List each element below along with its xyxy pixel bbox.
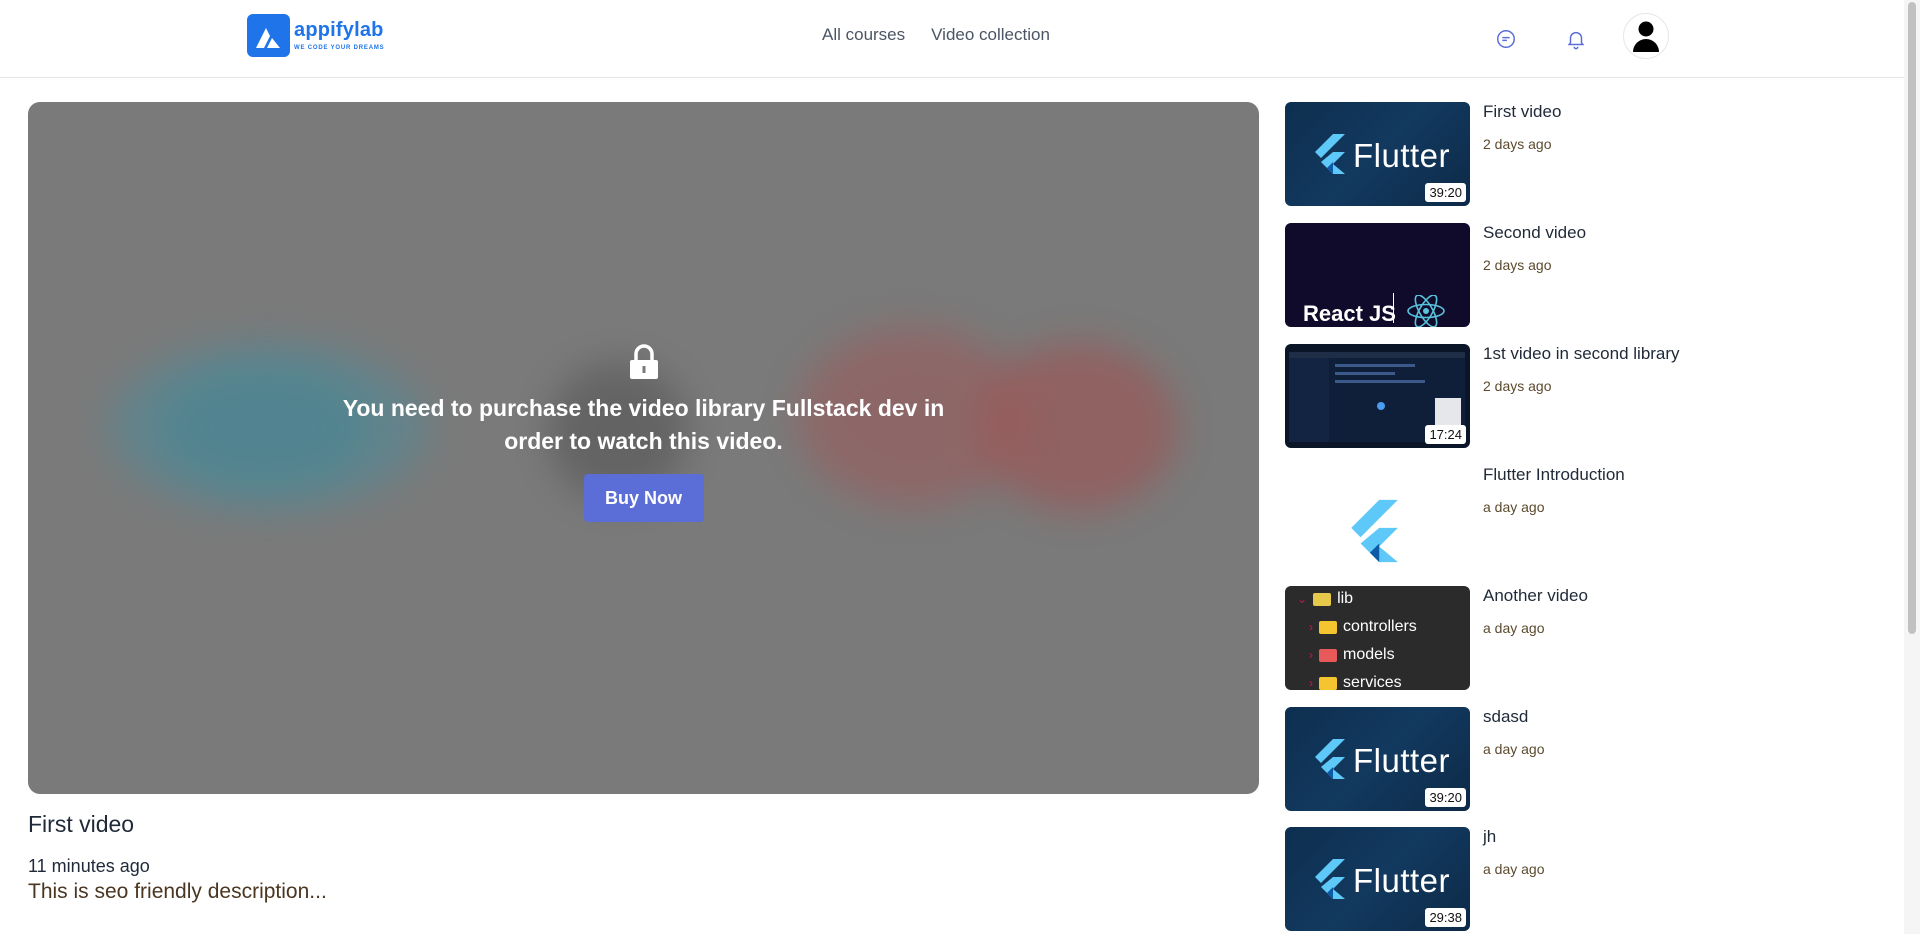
logo-mark-icon [247,14,290,57]
playlist-item-date: a day ago [1483,861,1545,877]
playlist-item-date: 2 days ago [1483,378,1552,394]
video-thumbnail: 17:24 [1285,344,1470,448]
notifications-button[interactable] [1554,17,1598,61]
playlist-item[interactable]: Flutter 39:20 sdasd a day ago [1285,707,1845,811]
video-thumbnail: Flutter 39:20 [1285,707,1470,811]
video-thumbnail: ⌄ lib › controllers › models › services [1285,586,1470,690]
nav-video-collection[interactable]: Video collection [931,25,1050,45]
video-description: This is seo friendly description... [28,880,327,903]
folder-icon [1319,676,1337,690]
divider [1393,293,1394,323]
flutter-logo-icon [1315,739,1345,779]
playlist-item-date: 2 days ago [1483,136,1552,152]
playlist-item[interactable]: Flutter 39:20 First video 2 days ago [1285,102,1845,206]
nav-all-courses[interactable]: All courses [822,25,905,45]
bell-icon [1567,31,1585,50]
logo[interactable]: appifylab WE CODE YOUR DREAMS [247,14,384,57]
logo-name: appifylab [294,19,384,41]
flutter-logo-icon [1351,499,1398,563]
video-thumbnail: Flutter 39:20 [1285,102,1470,206]
top-header: appifylab WE CODE YOUR DREAMS All course… [0,0,1904,78]
playlist-item-title: jh [1483,827,1497,846]
chevron-right-icon: › [1309,620,1313,634]
video-player[interactable]: You need to purchase the video library F… [28,102,1259,794]
chevron-right-icon: › [1309,648,1313,662]
tree-row: ⌄ lib [1297,590,1354,607]
playlist-item-title: Second video [1483,223,1587,242]
library-name: Fullstack dev [771,395,918,421]
duration-badge: 39:20 [1425,183,1466,202]
video-thumbnail [1285,465,1470,569]
playlist-item-title: sdasd [1483,707,1529,726]
video-thumbnail: React JS [1285,223,1470,327]
logo-tagline: WE CODE YOUR DREAMS [294,45,385,51]
thumbnail-label: Flutter [1353,137,1451,174]
chat-button[interactable] [1484,17,1528,61]
playlist-item-date: a day ago [1483,499,1545,515]
thumbnail-label: Flutter [1353,742,1451,779]
scrollbar-thumb[interactable] [1908,2,1916,634]
duration-badge: 29:38 [1425,908,1466,927]
tree-row: › controllers [1309,618,1417,635]
playlist-item[interactable]: 17:24 1st video in second library 2 days… [1285,344,1845,448]
lock-icon [629,344,658,379]
user-avatar-button[interactable] [1623,13,1669,59]
buy-now-button[interactable]: Buy Now [583,474,704,522]
tree-row: › services [1309,674,1402,690]
playlist-item[interactable]: React JS Second video 2 days ago [1285,223,1845,327]
chevron-right-icon: › [1309,676,1313,690]
user-avatar-icon [1633,21,1659,52]
thumbnail-label: Flutter [1353,862,1451,899]
thumbnail-label: React JS [1303,301,1396,326]
playlist-item-title: Flutter Introduction [1483,465,1625,484]
flutter-logo-icon [1315,134,1345,174]
purchase-message: You need to purchase the video library F… [342,395,945,454]
playlist-item-date: 2 days ago [1483,257,1552,273]
folder-icon [1319,620,1337,634]
duration-badge: 17:24 [1425,425,1466,444]
chevron-down-icon: ⌄ [1297,592,1308,606]
playlist-item-title: First video [1483,102,1562,121]
playlist-item[interactable]: Flutter Introduction a day ago [1285,465,1845,569]
react-logo-icon [1407,295,1445,327]
video-timestamp: 11 minutes ago [28,856,150,876]
folder-icon [1319,648,1337,662]
playlist-item-date: a day ago [1483,620,1545,636]
flutter-logo-icon [1315,859,1345,899]
playlist-item[interactable]: Flutter 29:38 jh a day ago [1285,827,1845,931]
tree-row: › models [1309,646,1395,663]
lock-overlay: You need to purchase the video library F… [28,102,1259,794]
folder-icon [1313,592,1332,606]
duration-badge: 39:20 [1425,788,1466,807]
playlist-item-title: Another video [1483,586,1588,605]
playlist-item-title: 1st video in second library [1483,344,1680,363]
chat-icon [1497,30,1515,48]
video-title: First video [28,811,135,837]
main-nav: All courses Video collection [822,25,1050,45]
page-scrollbar[interactable] [1904,0,1920,934]
playlist-item[interactable]: ⌄ lib › controllers › models › services … [1285,586,1845,690]
playlist-item-date: a day ago [1483,741,1545,757]
video-thumbnail: Flutter 29:38 [1285,827,1470,931]
